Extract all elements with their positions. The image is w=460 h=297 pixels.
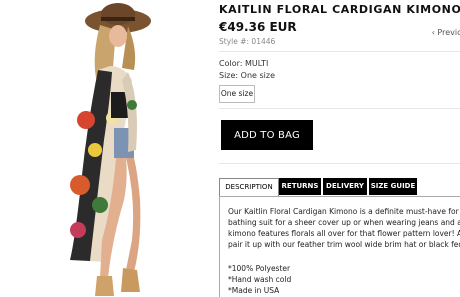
previous-link-text[interactable]: ‹ Previo [432, 28, 460, 37]
product-title: KAITLIN FLORAL CARDIGAN KIMONO [219, 3, 460, 16]
detail-material: *100% Polyester [228, 264, 291, 273]
divider [219, 51, 460, 52]
style-number: Style #: 01446 [219, 37, 276, 46]
tab-description[interactable]: DESCRIPTION [219, 178, 279, 196]
detail-care: *Hand wash cold [228, 275, 292, 284]
product-price: €49.36 EUR [219, 20, 297, 34]
divider [219, 108, 460, 109]
description-panel: Our Kaitlin Floral Cardigan Kimono is a … [219, 196, 460, 297]
description-line: kimono features florals all over for tha… [228, 229, 460, 238]
description-line: bathing suit for a sheer cover up or whe… [228, 218, 460, 227]
size-option-one-size[interactable]: One size [219, 85, 255, 103]
tab-returns[interactable]: RETURNS [279, 178, 321, 195]
divider [219, 163, 460, 164]
product-image[interactable] [0, 0, 205, 297]
previous-link[interactable]: ‹ Previo [432, 28, 460, 37]
model-illustration [70, 3, 151, 296]
description-text: Our Kaitlin Floral Cardigan Kimono is a … [228, 206, 460, 250]
product-details-list: *100% Polyester *Hand wash cold *Made in… [228, 263, 291, 296]
description-line: Our Kaitlin Floral Cardigan Kimono is a … [228, 207, 460, 216]
tab-delivery[interactable]: DELIVERY [323, 178, 367, 195]
add-to-bag-button[interactable]: ADD TO BAG [221, 120, 313, 150]
size-label: Size: One size [219, 71, 276, 80]
detail-origin: *Made in USA [228, 286, 280, 295]
product-info: KAITLIN FLORAL CARDIGAN KIMONO €49.36 EU… [219, 0, 460, 297]
tab-size-guide[interactable]: SIZE GUIDE [369, 178, 417, 195]
description-line: pair it up with our feather trim wool wi… [228, 240, 460, 249]
color-label: Color: MULTI [219, 59, 269, 68]
